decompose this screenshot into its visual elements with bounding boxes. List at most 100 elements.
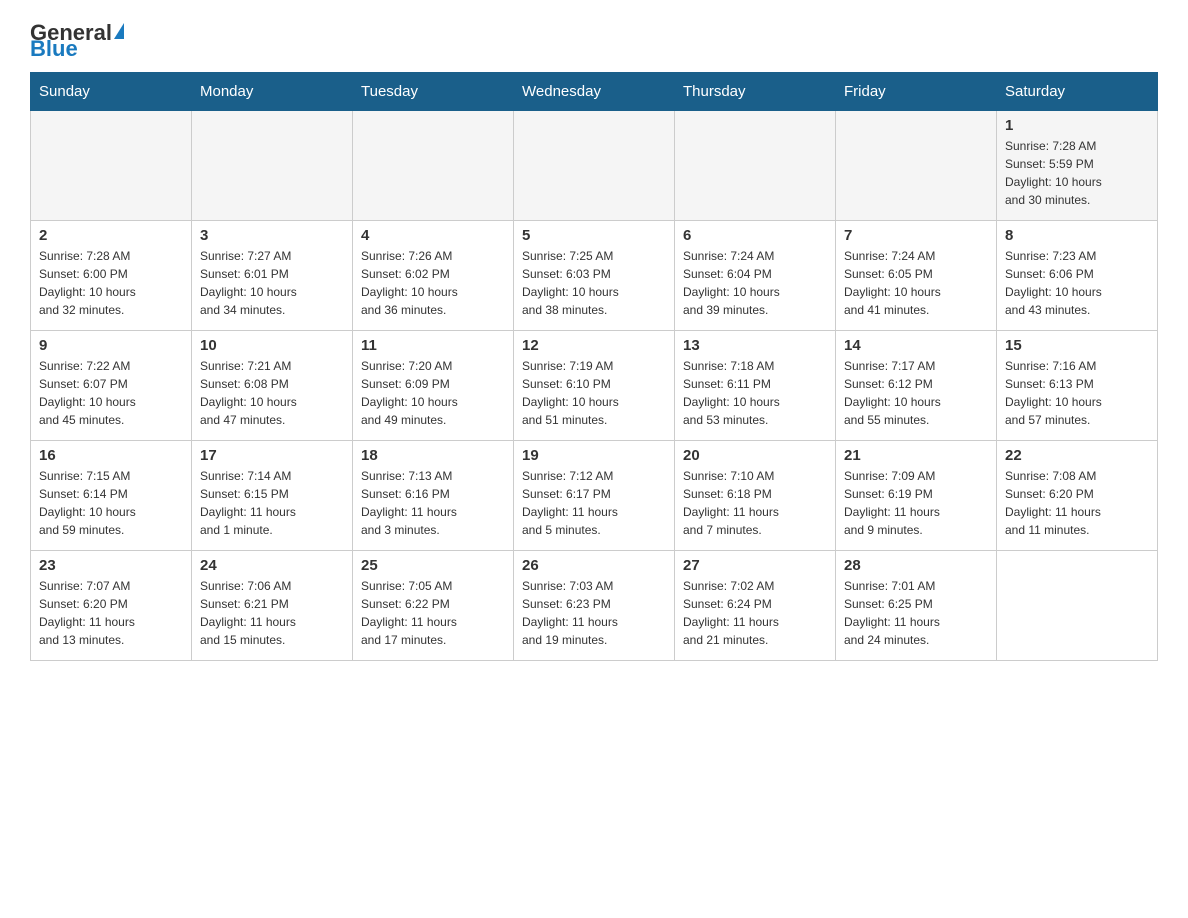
calendar-cell: 21Sunrise: 7:09 AMSunset: 6:19 PMDayligh… (836, 441, 997, 551)
calendar-header: SundayMondayTuesdayWednesdayThursdayFrid… (31, 73, 1158, 111)
calendar-cell: 10 Sunrise: 7:21 AMSunset: 6:08 PMDayligh… (192, 331, 353, 441)
day-info: Sunrise: 7:27 AMSunset: 6:01 PMDaylight:… (200, 247, 344, 319)
day-number: 22 (1005, 447, 1149, 464)
day-number: 18 (361, 447, 505, 464)
day-info: Sunrise: 7:02 AMSunset: 6:24 PMDaylight:… (683, 577, 827, 649)
calendar-cell: 4 Sunrise: 7:26 AMSunset: 6:02 PMDaylight… (353, 221, 514, 331)
day-info: Sunrise: 7:18 AMSunset: 6:11 PMDaylight:… (683, 357, 827, 429)
calendar-cell: 18 Sunrise: 7:13 AMSunset: 6:16 PMDayligh… (353, 441, 514, 551)
day-info: Sunrise: 7:23 AMSunset: 6:06 PMDaylight:… (1005, 247, 1149, 319)
calendar-cell: 16 Sunrise: 7:15 AMSunset: 6:14 PMDayligh… (31, 441, 192, 551)
calendar-cell: 8 Sunrise: 7:23 AMSunset: 6:06 PMDaylight… (997, 221, 1158, 331)
calendar-cell: 7 Sunrise: 7:24 AMSunset: 6:05 PMDaylight… (836, 221, 997, 331)
calendar-cell (997, 551, 1158, 661)
day-number: 24 (200, 557, 344, 574)
weekday-header-thursday: Thursday (675, 73, 836, 111)
day-info: Sunrise: 7:05 AMSunset: 6:22 PMDaylight:… (361, 577, 505, 649)
calendar-cell: 6 Sunrise: 7:24 AMSunset: 6:04 PMDaylight… (675, 221, 836, 331)
day-info: Sunrise: 7:21 AMSunset: 6:08 PMDaylight:… (200, 357, 344, 429)
calendar-cell (192, 111, 353, 221)
weekday-header-monday: Monday (192, 73, 353, 111)
calendar-cell (31, 111, 192, 221)
day-info: Sunrise: 7:10 AMSunset: 6:18 PMDaylight:… (683, 467, 827, 539)
day-info: Sunrise: 7:09 AMSunset: 6:19 PMDaylight:… (844, 467, 988, 539)
day-number: 3 (200, 227, 344, 244)
day-number: 27 (683, 557, 827, 574)
calendar-body: 1 Sunrise: 7:28 AMSunset: 5:59 PMDaylight… (31, 111, 1158, 661)
day-number: 2 (39, 227, 183, 244)
day-number: 1 (1005, 117, 1149, 134)
calendar-cell (836, 111, 997, 221)
calendar-week-row: 9 Sunrise: 7:22 AMSunset: 6:07 PMDaylight… (31, 331, 1158, 441)
calendar-cell: 12 Sunrise: 7:19 AMSunset: 6:10 PMDayligh… (514, 331, 675, 441)
day-number: 15 (1005, 337, 1149, 354)
day-info: Sunrise: 7:28 AMSunset: 5:59 PMDaylight:… (1005, 137, 1149, 209)
calendar-cell: 28 Sunrise: 7:01 AMSunset: 6:25 PMDayligh… (836, 551, 997, 661)
calendar-cell: 15 Sunrise: 7:16 AMSunset: 6:13 PMDayligh… (997, 331, 1158, 441)
calendar-cell: 20 Sunrise: 7:10 AMSunset: 6:18 PMDayligh… (675, 441, 836, 551)
day-number: 4 (361, 227, 505, 244)
day-info: Sunrise: 7:17 AMSunset: 6:12 PMDaylight:… (844, 357, 988, 429)
logo-blue-text: Blue (30, 36, 78, 62)
day-number: 16 (39, 447, 183, 464)
day-info: Sunrise: 7:16 AMSunset: 6:13 PMDaylight:… (1005, 357, 1149, 429)
calendar-cell: 1 Sunrise: 7:28 AMSunset: 5:59 PMDaylight… (997, 111, 1158, 221)
day-number: 12 (522, 337, 666, 354)
calendar-cell: 22 Sunrise: 7:08 AMSunset: 6:20 PMDayligh… (997, 441, 1158, 551)
logo-triangle-icon (114, 23, 124, 39)
day-info: Sunrise: 7:07 AMSunset: 6:20 PMDaylight:… (39, 577, 183, 649)
day-info: Sunrise: 7:19 AMSunset: 6:10 PMDaylight:… (522, 357, 666, 429)
calendar-table: SundayMondayTuesdayWednesdayThursdayFrid… (30, 72, 1158, 661)
day-info: Sunrise: 7:20 AMSunset: 6:09 PMDaylight:… (361, 357, 505, 429)
day-number: 17 (200, 447, 344, 464)
day-number: 26 (522, 557, 666, 574)
day-info: Sunrise: 7:12 AMSunset: 6:17 PMDaylight:… (522, 467, 666, 539)
calendar-week-row: 2 Sunrise: 7:28 AMSunset: 6:00 PMDaylight… (31, 221, 1158, 331)
calendar-cell: 27 Sunrise: 7:02 AMSunset: 6:24 PMDayligh… (675, 551, 836, 661)
day-number: 14 (844, 337, 988, 354)
day-info: Sunrise: 7:15 AMSunset: 6:14 PMDaylight:… (39, 467, 183, 539)
calendar-cell (675, 111, 836, 221)
weekday-header-friday: Friday (836, 73, 997, 111)
day-number: 10 (200, 337, 344, 354)
day-info: Sunrise: 7:14 AMSunset: 6:15 PMDaylight:… (200, 467, 344, 539)
day-number: 28 (844, 557, 988, 574)
day-number: 23 (39, 557, 183, 574)
day-number: 8 (1005, 227, 1149, 244)
calendar-cell: 5Sunrise: 7:25 AMSunset: 6:03 PMDaylight… (514, 221, 675, 331)
day-info: Sunrise: 7:06 AMSunset: 6:21 PMDaylight:… (200, 577, 344, 649)
day-info: Sunrise: 7:22 AMSunset: 6:07 PMDaylight:… (39, 357, 183, 429)
day-info: Sunrise: 7:08 AMSunset: 6:20 PMDaylight:… (1005, 467, 1149, 539)
weekday-header-tuesday: Tuesday (353, 73, 514, 111)
calendar-cell: 25 Sunrise: 7:05 AMSunset: 6:22 PMDayligh… (353, 551, 514, 661)
calendar-cell: 11Sunrise: 7:20 AMSunset: 6:09 PMDayligh… (353, 331, 514, 441)
day-number: 7 (844, 227, 988, 244)
day-info: Sunrise: 7:13 AMSunset: 6:16 PMDaylight:… (361, 467, 505, 539)
calendar-cell (353, 111, 514, 221)
day-number: 20 (683, 447, 827, 464)
day-number: 6 (683, 227, 827, 244)
calendar-cell: 17 Sunrise: 7:14 AMSunset: 6:15 PMDayligh… (192, 441, 353, 551)
calendar-week-row: 23 Sunrise: 7:07 AMSunset: 6:20 PMDayligh… (31, 551, 1158, 661)
calendar-cell: 2 Sunrise: 7:28 AMSunset: 6:00 PMDaylight… (31, 221, 192, 331)
day-number: 19 (522, 447, 666, 464)
weekday-header-wednesday: Wednesday (514, 73, 675, 111)
day-number: 9 (39, 337, 183, 354)
day-info: Sunrise: 7:26 AMSunset: 6:02 PMDaylight:… (361, 247, 505, 319)
calendar-cell: 3 Sunrise: 7:27 AMSunset: 6:01 PMDaylight… (192, 221, 353, 331)
calendar-cell: 24 Sunrise: 7:06 AMSunset: 6:21 PMDayligh… (192, 551, 353, 661)
day-info: Sunrise: 7:28 AMSunset: 6:00 PMDaylight:… (39, 247, 183, 319)
calendar-cell (514, 111, 675, 221)
calendar-week-row: 1 Sunrise: 7:28 AMSunset: 5:59 PMDaylight… (31, 111, 1158, 221)
day-info: Sunrise: 7:24 AMSunset: 6:05 PMDaylight:… (844, 247, 988, 319)
page-header: General Blue (30, 20, 1158, 62)
calendar-week-row: 16 Sunrise: 7:15 AMSunset: 6:14 PMDayligh… (31, 441, 1158, 551)
weekday-header-sunday: Sunday (31, 73, 192, 111)
day-number: 5 (522, 227, 666, 244)
calendar-cell: 14 Sunrise: 7:17 AMSunset: 6:12 PMDayligh… (836, 331, 997, 441)
day-info: Sunrise: 7:01 AMSunset: 6:25 PMDaylight:… (844, 577, 988, 649)
day-number: 25 (361, 557, 505, 574)
day-info: Sunrise: 7:24 AMSunset: 6:04 PMDaylight:… (683, 247, 827, 319)
day-number: 13 (683, 337, 827, 354)
calendar-cell: 23 Sunrise: 7:07 AMSunset: 6:20 PMDayligh… (31, 551, 192, 661)
